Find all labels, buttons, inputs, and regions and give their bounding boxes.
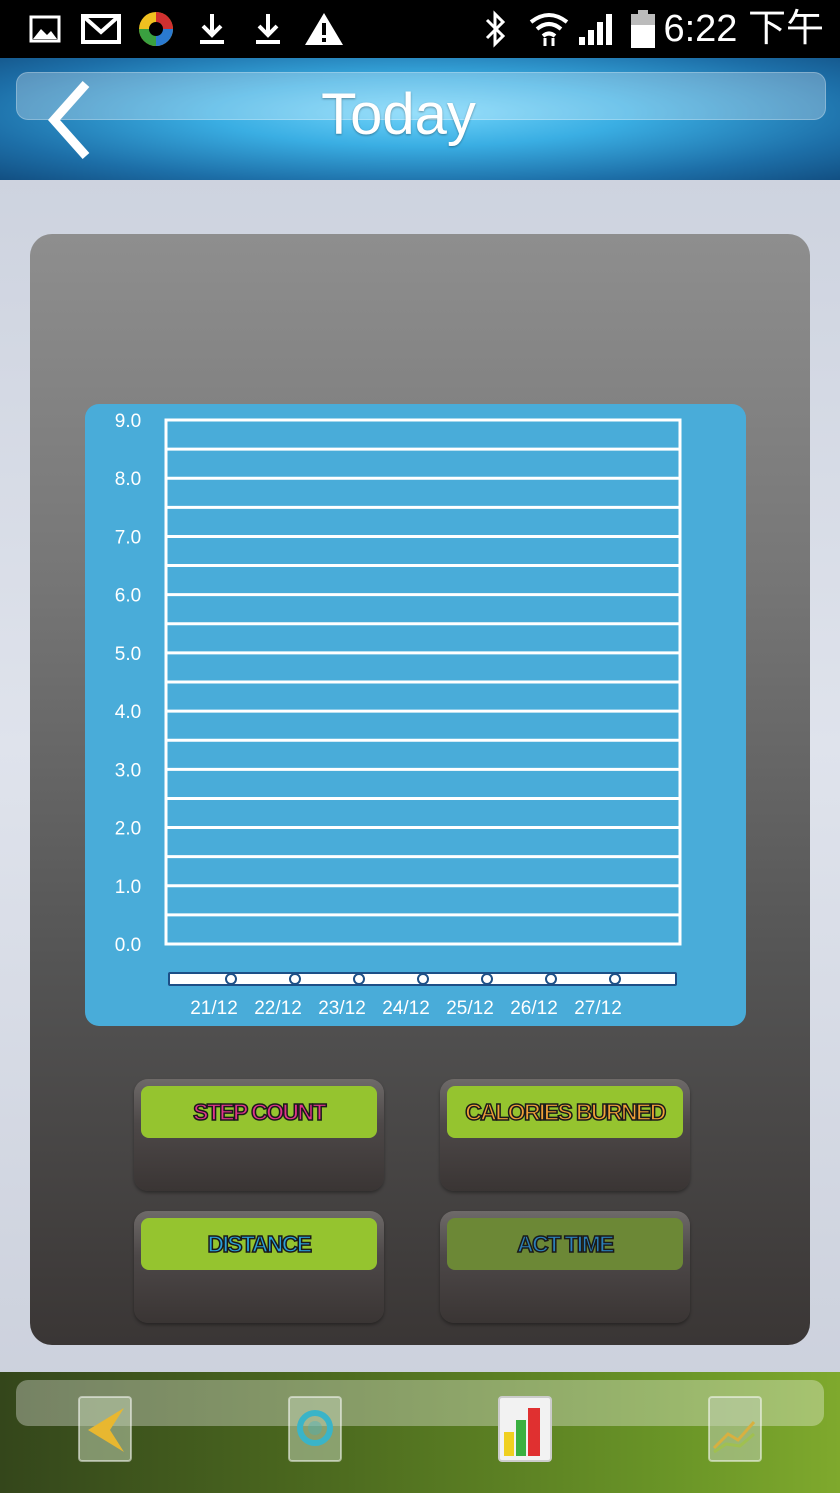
series-point [353,973,365,985]
y-tick-label: 3.0 [115,760,141,781]
main-panel: 0.0 1.0 2.0 3.0 4.0 5.0 6.0 7.0 8.0 9.0 21/12 22/12… [30,234,810,1345]
header-bar: Today [0,58,840,180]
metric-act-time: ACT TIME [440,1211,690,1323]
y-tick-label: 4.0 [115,702,141,723]
download-icon [196,10,228,48]
y-tick-label: 2.0 [115,819,141,840]
battery-icon [628,10,658,48]
calories-burned-label: CALORIES BURNED [464,1098,667,1126]
chart-container: 0.0 1.0 2.0 3.0 4.0 5.0 6.0 7.0 8.0 9.0 21/12 22/12… [85,404,746,1026]
nav-share-button[interactable] [76,1394,136,1466]
nav-line-chart-button[interactable] [706,1394,766,1466]
distance-button[interactable]: DISTANCE [141,1218,377,1270]
y-tick-label: 7.0 [115,527,141,548]
status-time: 6:22 下午 [663,8,824,50]
download-icon [252,10,284,48]
series-point [545,973,557,985]
act-time-button[interactable]: ACT TIME [447,1218,683,1270]
nav-search-button[interactable] [286,1394,346,1466]
series-point [417,973,429,985]
metric-calories-burned: CALORIES BURNED [440,1079,690,1191]
bottom-nav [0,1372,840,1493]
signal-icon [576,10,616,48]
bluetooth-icon [482,10,510,48]
series-point [481,973,493,985]
series-point [289,973,301,985]
y-tick-label: 0.0 [115,935,141,956]
colorwheel-app-icon [136,10,176,48]
y-tick-label: 9.0 [115,411,141,432]
x-tick-label: 26/12 [510,998,558,1019]
series-point [609,973,621,985]
x-tick-label: 25/12 [446,998,494,1019]
status-bar: 6:22 下午 [0,0,840,58]
x-tick-label: 22/12 [254,998,302,1019]
bottom-gloss [16,1380,824,1426]
act-time-label: ACT TIME [516,1230,615,1258]
gmail-icon [80,10,122,48]
y-tick-label: 6.0 [115,586,141,607]
y-tick-label: 5.0 [115,644,141,665]
step-count-button[interactable]: STEP COUNT [141,1086,377,1138]
y-tick-label: 1.0 [115,877,141,898]
series-point [225,973,237,985]
bar-chart-icon [498,1396,552,1462]
nav-bar-chart-button[interactable] [496,1394,556,1466]
line-chart-icon [708,1396,762,1462]
metric-distance: DISTANCE [134,1211,384,1323]
metric-step-count: STEP COUNT [134,1079,384,1191]
gallery-icon [28,10,62,48]
share-icon [78,1396,132,1462]
steps-chart: 0.0 1.0 2.0 3.0 4.0 5.0 6.0 7.0 8.0 9.0 21/12 22/12… [115,411,682,1019]
x-tick-label: 23/12 [318,998,366,1019]
x-tick-label: 27/12 [574,998,622,1019]
warning-icon [302,10,346,48]
y-tick-label: 8.0 [115,469,141,490]
calories-burned-button[interactable]: CALORIES BURNED [447,1086,683,1138]
page-title: Today [321,82,476,147]
step-count-label: STEP COUNT [192,1098,327,1126]
x-tick-label: 24/12 [382,998,430,1019]
x-tick-label: 21/12 [190,998,238,1019]
distance-label: DISTANCE [207,1230,313,1258]
search-icon [288,1396,342,1462]
wifi-icon [528,10,570,48]
